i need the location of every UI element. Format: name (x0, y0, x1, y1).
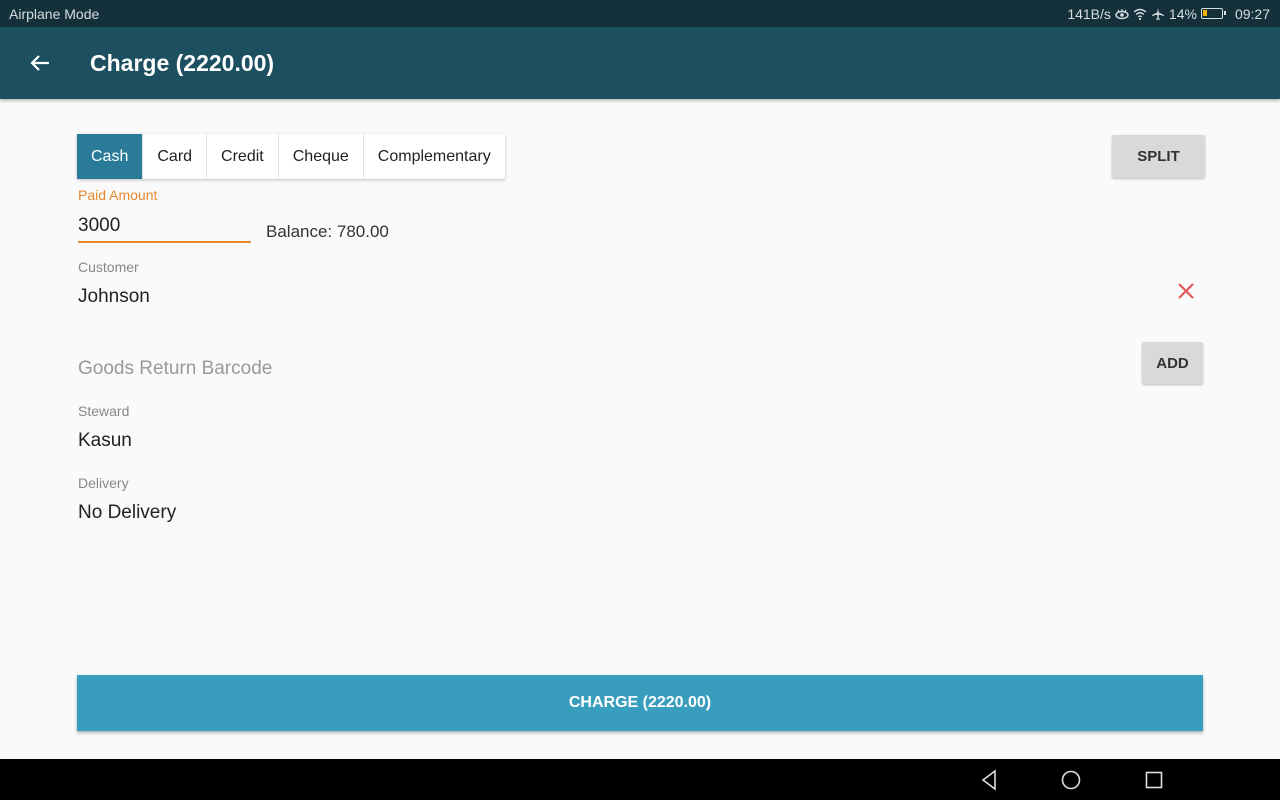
clear-customer-button[interactable] (1174, 279, 1198, 303)
back-triangle-icon[interactable] (976, 767, 1002, 793)
home-circle-icon[interactable] (1058, 767, 1084, 793)
navigation-bar (0, 759, 1280, 800)
delivery-label: Delivery (78, 475, 129, 491)
battery-icon (1200, 8, 1226, 19)
airplane-icon (1151, 7, 1164, 20)
paid-amount-input[interactable] (78, 210, 251, 243)
tab-complementary[interactable]: Complementary (364, 134, 505, 179)
wifi-icon (1133, 8, 1147, 20)
net-speed: 141B/s (1067, 5, 1111, 22)
status-mode-text: Airplane Mode (9, 5, 100, 22)
steward-label: Steward (78, 403, 130, 419)
battery-percent: 14% (1168, 5, 1197, 22)
steward-value[interactable]: Kasun (78, 430, 132, 452)
delivery-value[interactable]: No Delivery (78, 502, 176, 524)
back-button[interactable] (0, 27, 80, 99)
page-title: Charge (2220.00) (90, 49, 275, 76)
balance-text: Balance: 780.00 (266, 222, 389, 241)
close-icon (1178, 283, 1194, 299)
split-button[interactable]: SPLIT (1112, 135, 1205, 178)
eye-comfort-icon (1115, 8, 1129, 19)
arrow-left-icon (30, 55, 49, 71)
status-indicators: 141B/s 14% 09:27 (1067, 6, 1270, 22)
tab-cash[interactable]: Cash (77, 134, 144, 179)
tab-card[interactable]: Card (143, 134, 208, 179)
payment-method-tabs: Cash Card Credit Cheque Complementary (77, 134, 505, 179)
clock: 09:27 (1234, 5, 1270, 22)
tab-credit[interactable]: Credit (207, 134, 279, 179)
add-barcode-button[interactable]: ADD (1142, 342, 1203, 384)
status-bar: Airplane Mode 141B/s 14% 09:27 (0, 0, 1280, 27)
app-bar: Charge (2220.00) (0, 27, 1280, 99)
customer-value[interactable]: Johnson (78, 286, 150, 308)
goods-return-barcode-input[interactable] (78, 354, 1128, 384)
customer-label: Customer (78, 259, 139, 275)
tab-cheque[interactable]: Cheque (279, 134, 364, 179)
paid-amount-label: Paid Amount (78, 187, 158, 203)
charge-button[interactable]: CHARGE (2220.00) (77, 675, 1203, 731)
recents-square-icon[interactable] (1141, 767, 1167, 793)
